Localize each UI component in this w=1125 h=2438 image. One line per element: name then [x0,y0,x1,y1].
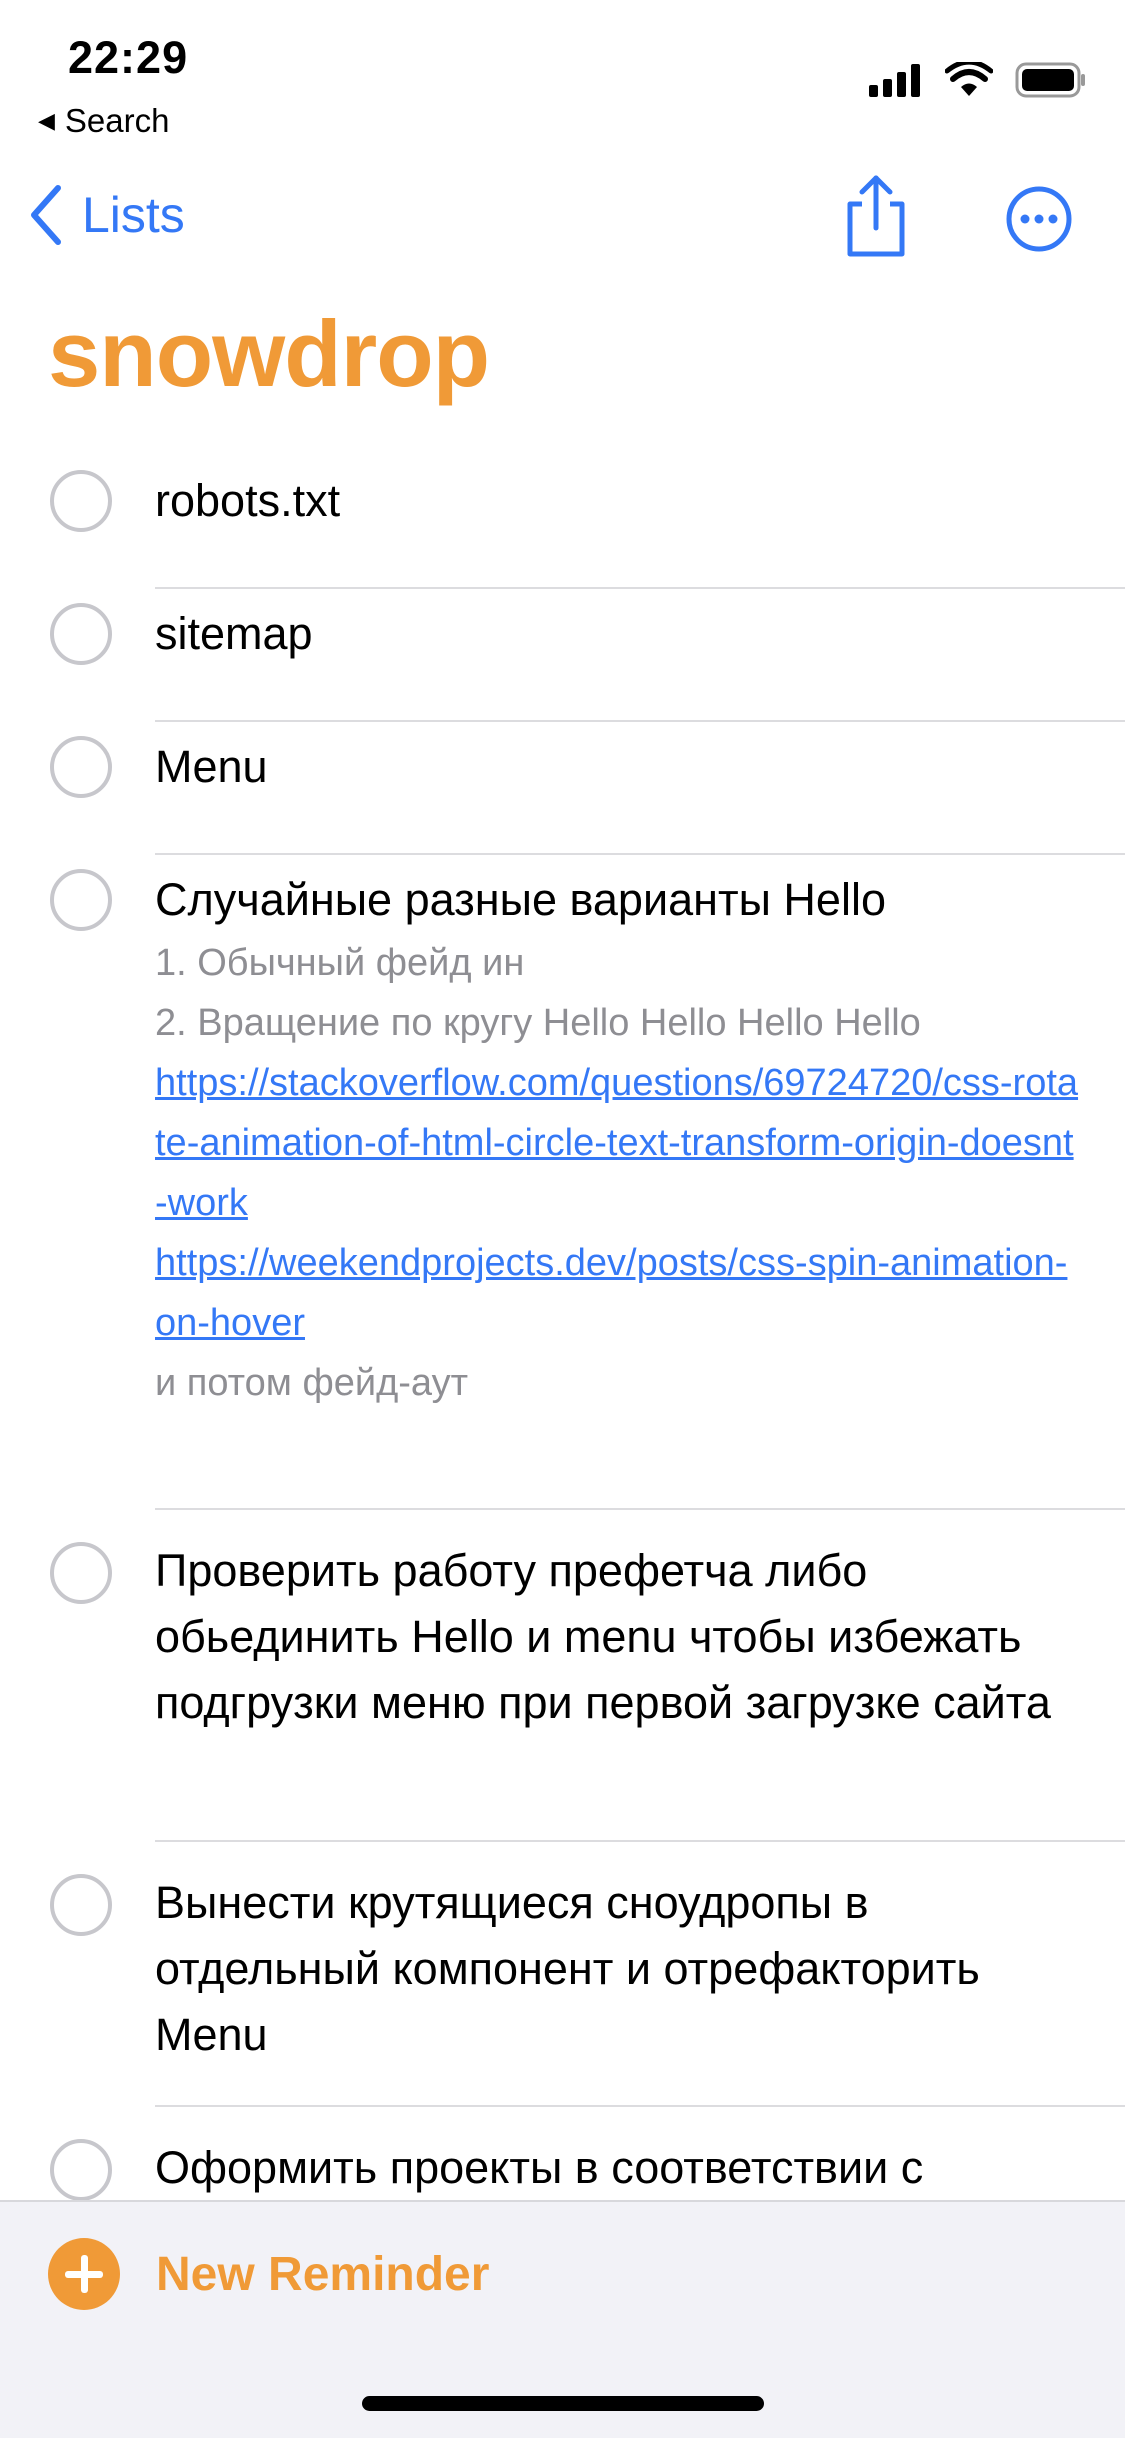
reminder-title[interactable]: Проверить работу префетча либо обьединит… [155,1510,1085,1736]
plus-circle-icon [48,2238,120,2310]
reminder-title[interactable]: robots.txt [155,456,1085,534]
more-button[interactable] [1006,186,1072,252]
notes-line: 2. Вращение по кругу Hello Hello Hello H… [155,1002,921,1044]
back-to-lists-button[interactable]: Lists [28,184,185,246]
complete-circle-icon[interactable] [50,1542,112,1604]
complete-circle-icon[interactable] [50,2139,112,2201]
reminder-item[interactable]: sitemap [0,589,1125,722]
share-button[interactable] [840,174,912,258]
stackoverflow-link[interactable]: https://stackoverflow.com/questions/6972… [155,1062,1078,1224]
ellipsis-circle-icon [1006,186,1072,252]
complete-circle-icon[interactable] [50,736,112,798]
back-to-app-button[interactable]: ◀ Search [38,102,169,140]
reminder-item[interactable]: Проверить работу префетча либо обьединит… [0,1510,1125,1842]
reminder-title[interactable]: Вынести крутящиеся сноудропы в отдельный… [155,1842,1085,2068]
complete-circle-icon[interactable] [50,470,112,532]
share-icon [847,175,905,257]
list-title: snowdrop [48,301,490,406]
reminder-title[interactable]: Menu [155,722,1085,800]
back-app-label: Search [64,102,170,139]
battery-icon [1015,62,1085,98]
new-reminder-button[interactable]: New Reminder [48,2238,489,2310]
navigation-bar: Lists [0,170,1125,270]
reminder-notes[interactable]: 1. Обычный фейд ин 2. Вращение по кругу … [155,933,1085,1413]
reminder-item[interactable]: robots.txt [0,456,1125,589]
notes-line: 1. Обычный фейд ин [155,942,525,984]
reminder-item[interactable]: Случайные разные варианты Hello 1. Обычн… [0,855,1125,1510]
cellular-signal-icon [869,64,920,97]
reminder-item[interactable]: Menu [0,722,1125,855]
status-icons [869,62,1087,98]
status-bar: 22:29 ◀ Search [0,0,1125,140]
reminders-list: robots.txt sitemap Menu Случайные разные… [0,456,1125,2247]
complete-circle-icon[interactable] [50,1874,112,1936]
reminder-title[interactable]: sitemap [155,589,1085,667]
reminder-title[interactable]: Случайные разные варианты Hello [155,855,1085,933]
reminder-title[interactable]: Оформить проекты в соответствии с [155,2107,1085,2201]
home-indicator [362,2396,764,2411]
weekendprojects-link[interactable]: https://weekendprojects.dev/posts/css-sp… [155,1242,1067,1344]
back-label: Lists [82,187,185,243]
reminder-item[interactable]: Вынести крутящиеся сноудропы в отдельный… [0,1842,1125,2107]
wifi-icon [945,62,993,96]
status-time: 22:29 [68,32,189,83]
complete-circle-icon[interactable] [50,603,112,665]
notes-line: и потом фейд-аут [155,1362,469,1404]
new-reminder-label: New Reminder [156,2247,490,2301]
back-triangle-icon: ◀ [38,108,55,133]
chevron-left-icon [31,185,61,245]
complete-circle-icon[interactable] [50,869,112,931]
